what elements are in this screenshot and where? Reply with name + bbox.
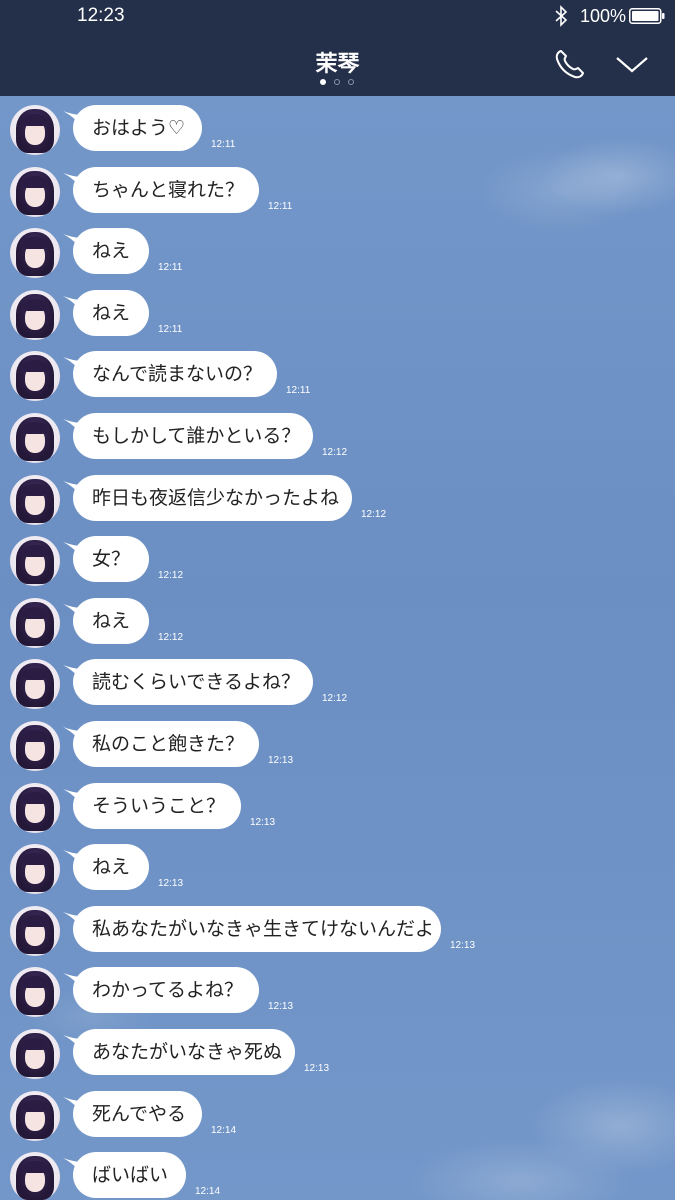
message-bubble[interactable]: 昨日も夜返信少なかったよね: [73, 474, 352, 521]
message-row: なんで読まないの？ 12:11: [0, 351, 675, 402]
message-timestamp: 12:11: [286, 385, 311, 397]
message-timestamp: 12:11: [268, 200, 293, 212]
message-bubble[interactable]: 私あなたがいなきゃ生きてけないんだよ: [73, 905, 441, 952]
message-bubble[interactable]: ねえ: [73, 597, 149, 644]
avatar[interactable]: [10, 351, 60, 402]
message-bubble[interactable]: おはよう♡: [73, 105, 202, 151]
message-row: 死んでやる 12:14: [0, 1090, 675, 1141]
phone-icon[interactable]: [553, 47, 587, 81]
status-time: 12:23: [77, 5, 125, 26]
avatar[interactable]: [10, 1090, 60, 1141]
message-bubble[interactable]: 読むくらいできるよね？: [73, 659, 313, 706]
message-timestamp: 12:12: [322, 693, 348, 705]
message-timestamp: 12:12: [158, 631, 184, 643]
avatar[interactable]: [10, 721, 60, 771]
message-timestamp: 12:11: [158, 323, 183, 335]
message-bubble[interactable]: そういうこと？: [73, 782, 241, 829]
message-bubble[interactable]: 私のこと飽きた？: [73, 721, 259, 767]
chat-header: 茉琴: [0, 32, 675, 96]
message-row: ばいばい 12:14: [0, 1152, 675, 1200]
avatar[interactable]: [10, 597, 60, 648]
message-bubble[interactable]: もしかして誰かといる？: [73, 413, 313, 459]
message-timestamp: 12:13: [250, 816, 276, 828]
avatar[interactable]: [10, 536, 60, 587]
message-timestamp: 12:13: [268, 755, 294, 766]
avatar[interactable]: [10, 967, 60, 1018]
avatar[interactable]: [10, 782, 60, 833]
message-timestamp: 12:13: [158, 878, 184, 890]
battery-icon: [629, 8, 665, 24]
message-timestamp: 12:11: [211, 139, 236, 150]
avatar[interactable]: [10, 905, 60, 956]
message-timestamp: 12:13: [268, 1001, 294, 1013]
message-timestamp: 12:13: [304, 1063, 330, 1074]
battery-percent: 100%: [580, 6, 627, 26]
message-timestamp: 12:12: [361, 508, 387, 520]
message-timestamp: 12:12: [158, 570, 184, 582]
message-row: 読むくらいできるよね？ 12:12: [0, 659, 675, 710]
avatar[interactable]: [10, 105, 60, 155]
message-bubble[interactable]: わかってるよね？: [73, 967, 259, 1014]
message-bubble[interactable]: なんで読まないの？: [73, 351, 277, 398]
message-bubble[interactable]: 死んでやる: [73, 1090, 202, 1137]
message-bubble[interactable]: ねえ: [73, 289, 149, 336]
message-row: おはよう♡ 12:11: [0, 105, 675, 155]
avatar[interactable]: [10, 289, 60, 340]
message-row: ねえ 12:12: [0, 597, 675, 648]
message-row: わかってるよね？ 12:13: [0, 967, 675, 1018]
avatar[interactable]: [10, 1152, 60, 1200]
avatar[interactable]: [10, 413, 60, 463]
message-row: ねえ 12:11: [0, 228, 675, 279]
message-row: ねえ 12:11: [0, 289, 675, 340]
avatar[interactable]: [10, 474, 60, 525]
message-timestamp: 12:12: [322, 447, 348, 458]
message-bubble[interactable]: あなたがいなきゃ死ぬ: [73, 1029, 295, 1075]
avatar[interactable]: [10, 844, 60, 895]
message-row: 私のこと飽きた？ 12:13: [0, 721, 675, 771]
message-row: ちゃんと寝れた？ 12:11: [0, 166, 675, 217]
message-timestamp: 12:13: [450, 939, 476, 951]
avatar[interactable]: [10, 166, 60, 217]
message-bubble[interactable]: ねえ: [73, 844, 149, 891]
message-bubble[interactable]: ばいばい: [73, 1152, 186, 1199]
page-dot: [334, 79, 340, 85]
chat-message-list[interactable]: おはよう♡ 12:11 ちゃんと寝れた？ 12:11 ねえ 12:11 ねえ 12:11 なんで…: [0, 96, 675, 1200]
bluetooth-icon: [555, 5, 568, 27]
page-dot-active: [320, 79, 326, 85]
avatar[interactable]: [10, 1029, 60, 1079]
avatar[interactable]: [10, 659, 60, 710]
message-row: もしかして誰かといる？ 12:12: [0, 413, 675, 463]
message-timestamp: 12:14: [211, 1124, 237, 1136]
page-indicator: [318, 79, 358, 87]
message-row: 昨日も夜返信少なかったよね 12:12: [0, 474, 675, 525]
message-bubble[interactable]: ねえ: [73, 228, 149, 275]
message-bubble[interactable]: ちゃんと寝れた？: [73, 166, 259, 213]
message-row: 女？ 12:12: [0, 536, 675, 587]
avatar[interactable]: [10, 228, 60, 279]
message-row: ねえ 12:13: [0, 844, 675, 895]
message-timestamp: 12:11: [158, 262, 183, 274]
page-dot: [348, 79, 354, 85]
chevron-down-icon[interactable]: [614, 50, 650, 78]
message-timestamp: 12:14: [195, 1186, 221, 1198]
message-row: 私あなたがいなきゃ生きてけないんだよ 12:13: [0, 905, 675, 956]
status-bar: 12:23 100%: [0, 0, 675, 32]
message-row: そういうこと？ 12:13: [0, 782, 675, 833]
message-row: あなたがいなきゃ死ぬ 12:13: [0, 1029, 675, 1079]
message-bubble[interactable]: 女？: [73, 536, 149, 583]
